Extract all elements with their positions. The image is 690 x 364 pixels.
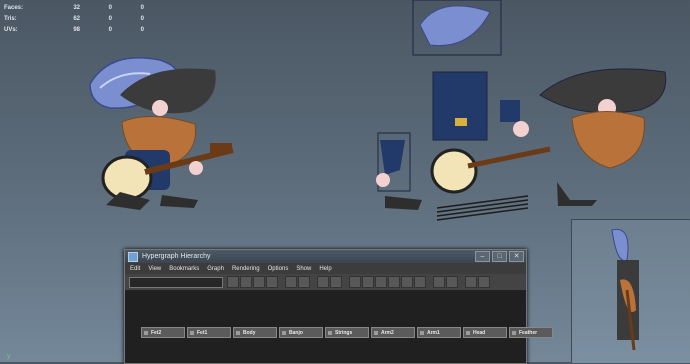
transform-icon <box>236 330 240 335</box>
stats-label: Faces: <box>4 4 24 11</box>
hypergraph-window[interactable]: Hypergraph Hierarchy – □ ✕ Edit View Boo… <box>124 249 553 364</box>
node-body[interactable]: Body <box>233 327 277 338</box>
window-title: Hypergraph Hierarchy <box>142 253 211 260</box>
hypergraph-canvas[interactable]: Fet2 Fet1 Body Banjo Strings Arm2 Arm1 H… <box>125 291 553 363</box>
menu-help[interactable]: Help <box>319 266 331 272</box>
scene-hierarchy-icon[interactable] <box>317 276 329 288</box>
swatch-icon[interactable] <box>375 276 387 288</box>
bookmark-icon[interactable] <box>253 276 265 288</box>
stats-value: 0 <box>140 4 144 11</box>
stats-value: 98 <box>73 26 80 33</box>
light-icon[interactable] <box>388 276 400 288</box>
transform-icon <box>466 330 470 335</box>
stats-row-faces: Faces: 32 0 0 <box>4 2 144 13</box>
stats-hud: Faces: 32 0 0 Tris: 62 0 0 UVs: 98 0 0 <box>4 2 144 35</box>
inset-character <box>611 228 639 351</box>
menu-bar: Edit View Bookmarks Graph Rendering Opti… <box>125 263 526 274</box>
menu-graph[interactable]: Graph <box>207 266 224 272</box>
character-model[interactable] <box>89 57 234 210</box>
window-titlebar[interactable]: Hypergraph Hierarchy – □ ✕ <box>125 250 526 263</box>
sun-icon[interactable] <box>401 276 413 288</box>
node-strings[interactable]: Strings <box>325 327 369 338</box>
list-icon[interactable] <box>362 276 374 288</box>
transform-icon <box>420 330 424 335</box>
bookmark-icon[interactable] <box>227 276 239 288</box>
bookmark-icon[interactable] <box>266 276 278 288</box>
node-fet1[interactable]: Fet1 <box>187 327 231 338</box>
stats-value: 0 <box>140 26 144 33</box>
node-feather[interactable]: Feather <box>509 327 553 338</box>
frame-icon[interactable] <box>433 276 445 288</box>
stats-value: 32 <box>73 4 80 11</box>
menu-edit[interactable]: Edit <box>130 266 140 272</box>
graph-icon[interactable] <box>465 276 477 288</box>
transform-icon <box>282 330 286 335</box>
stats-value: 0 <box>140 15 144 22</box>
stats-label: Tris: <box>4 15 17 22</box>
minimize-icon[interactable]: – <box>475 251 490 262</box>
node-row: Fet2 Fet1 Body Banjo Strings Arm2 Arm1 H… <box>141 327 555 338</box>
hypergraph-icon <box>128 251 138 262</box>
stats-value: 62 <box>73 15 80 22</box>
close-icon[interactable]: ✕ <box>509 251 524 262</box>
menu-options[interactable]: Options <box>268 266 289 272</box>
bookmark-icon[interactable] <box>240 276 252 288</box>
transform-icon <box>190 330 194 335</box>
axis-indicator: y <box>7 353 11 360</box>
dependency-graph-icon[interactable] <box>330 276 342 288</box>
maximize-icon[interactable]: □ <box>492 251 507 262</box>
layout-icon[interactable] <box>285 276 297 288</box>
transform-icon <box>512 330 516 335</box>
layout-icon[interactable] <box>298 276 310 288</box>
node-head[interactable]: Head <box>463 327 507 338</box>
node-banjo[interactable]: Banjo <box>279 327 323 338</box>
menu-view[interactable]: View <box>148 266 161 272</box>
stats-value: 0 <box>108 4 112 11</box>
list-icon[interactable] <box>349 276 361 288</box>
node-fet2[interactable]: Fet2 <box>141 327 185 338</box>
transform-icon <box>144 330 148 335</box>
node-arm1[interactable]: Arm1 <box>417 327 461 338</box>
frame-icon[interactable] <box>446 276 458 288</box>
stats-value: 0 <box>108 15 112 22</box>
grid-icon[interactable] <box>414 276 426 288</box>
stats-label: UVs: <box>4 26 18 33</box>
graph-icon[interactable] <box>478 276 490 288</box>
node-arm2[interactable]: Arm2 <box>371 327 415 338</box>
bookmark-field[interactable] <box>129 276 223 288</box>
transform-icon <box>374 330 378 335</box>
menu-bookmarks[interactable]: Bookmarks <box>169 266 199 272</box>
menu-show[interactable]: Show <box>296 266 311 272</box>
stats-value: 0 <box>108 26 112 33</box>
inset-viewport[interactable] <box>571 219 690 363</box>
stats-row-tris: Tris: 62 0 0 <box>4 13 144 24</box>
toolbar <box>125 274 526 291</box>
stats-row-uvs: UVs: 98 0 0 <box>4 24 144 35</box>
menu-rendering[interactable]: Rendering <box>232 266 260 272</box>
transform-icon <box>328 330 332 335</box>
uv-layout[interactable] <box>376 0 667 221</box>
